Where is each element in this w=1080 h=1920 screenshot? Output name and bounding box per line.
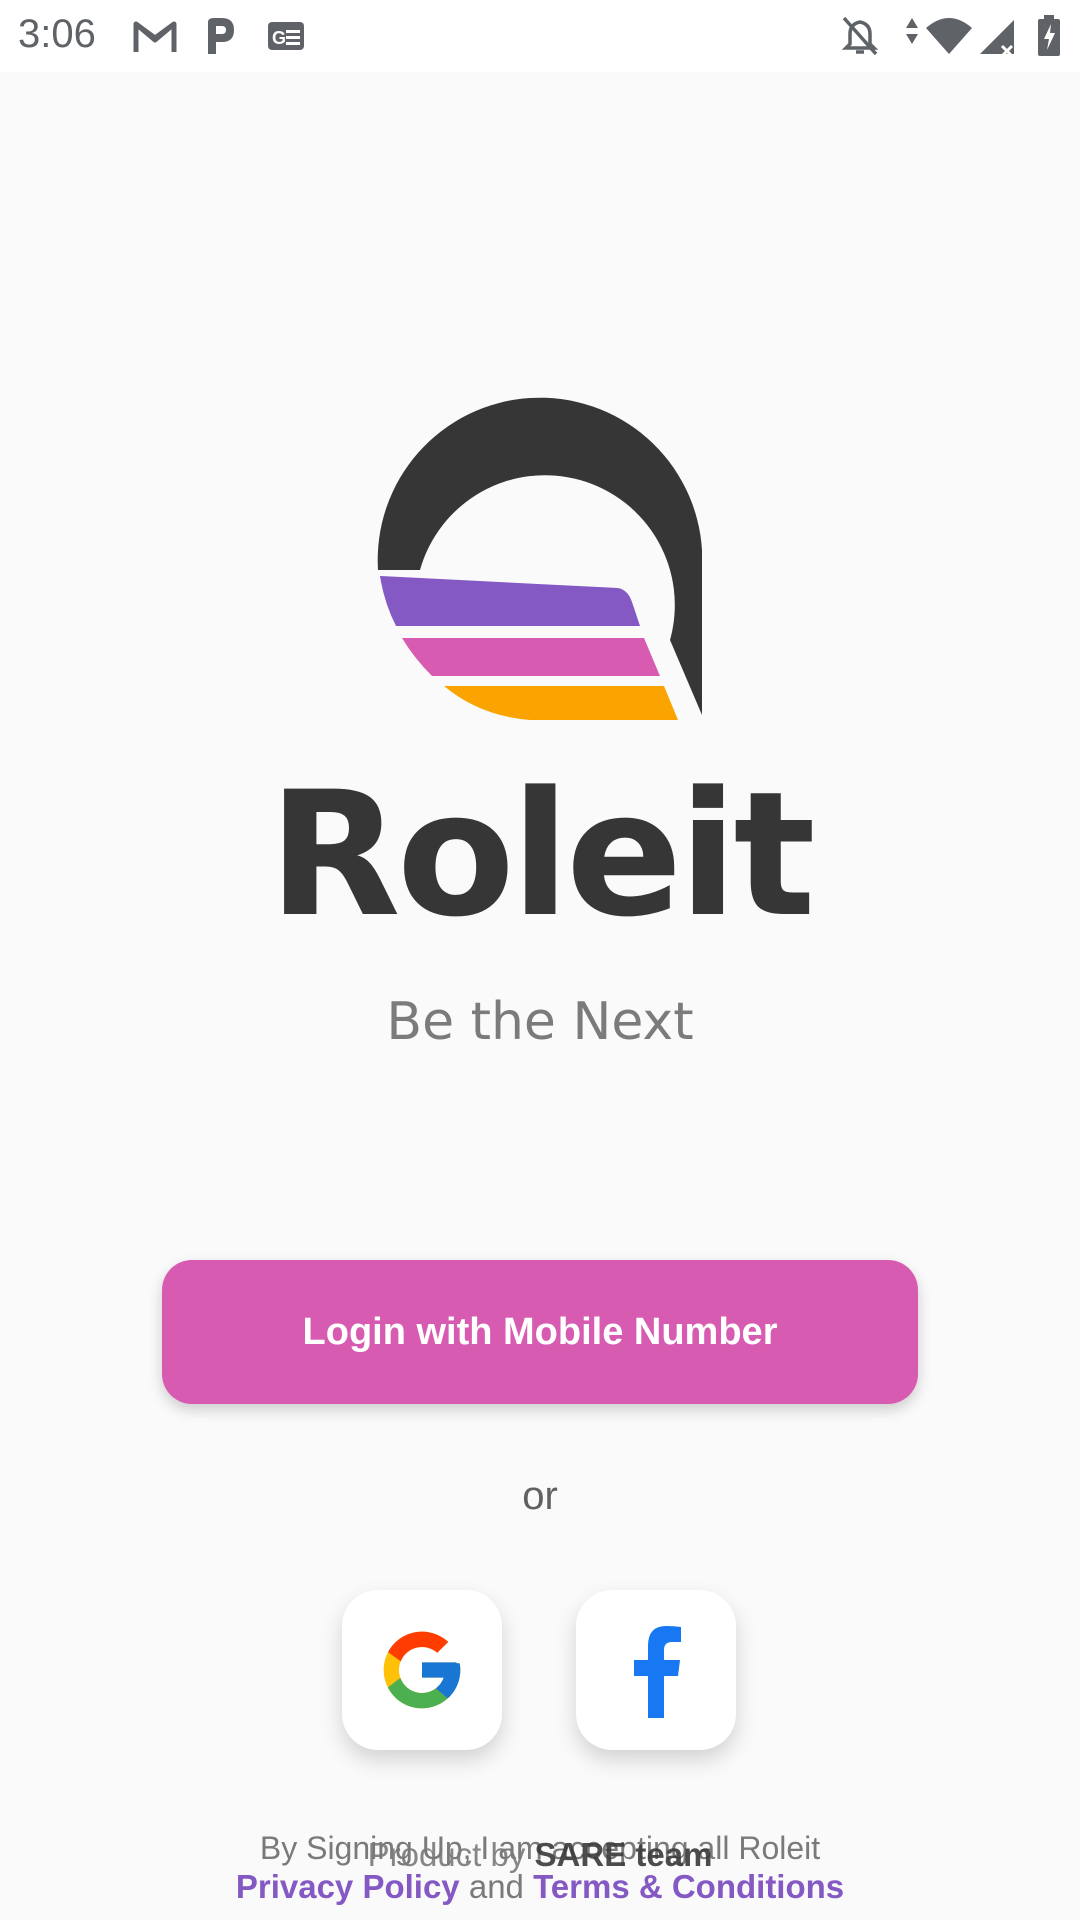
tagline: Be the Next — [386, 992, 694, 1052]
google-icon — [383, 1631, 461, 1709]
login-mobile-button[interactable]: Login with Mobile Number — [162, 1260, 918, 1404]
roleit-logo — [377, 397, 702, 720]
gmail-icon — [133, 21, 177, 52]
p-app-icon — [208, 18, 234, 54]
facebook-login-button[interactable] — [576, 1590, 736, 1750]
status-time: 3:06 — [18, 12, 96, 56]
google-login-button[interactable] — [342, 1590, 502, 1750]
app-name: Roleit — [268, 754, 815, 955]
terms-link[interactable]: Terms & Conditions — [533, 1868, 844, 1905]
battery-charging-icon — [1038, 15, 1060, 56]
privacy-policy-link[interactable]: Privacy Policy — [236, 1868, 460, 1905]
legal-links: Privacy Policy and Terms & Conditions — [0, 1868, 1080, 1906]
and-text: and — [459, 1868, 534, 1905]
wifi-icon — [926, 18, 972, 54]
login-mobile-label: Login with Mobile Number — [302, 1310, 778, 1353]
signal-icon — [980, 20, 1014, 58]
data-arrows-icon — [906, 18, 918, 44]
news-icon: G — [268, 22, 304, 50]
footer: By Signing Up, I am accepting all Roleit… — [0, 1828, 1080, 1920]
status-bar: 3:06 G — [0, 0, 1080, 72]
bell-off-icon — [841, 16, 879, 56]
facebook-icon — [634, 1626, 681, 1718]
or-divider-text: or — [522, 1474, 558, 1518]
svg-text:G: G — [272, 28, 286, 48]
